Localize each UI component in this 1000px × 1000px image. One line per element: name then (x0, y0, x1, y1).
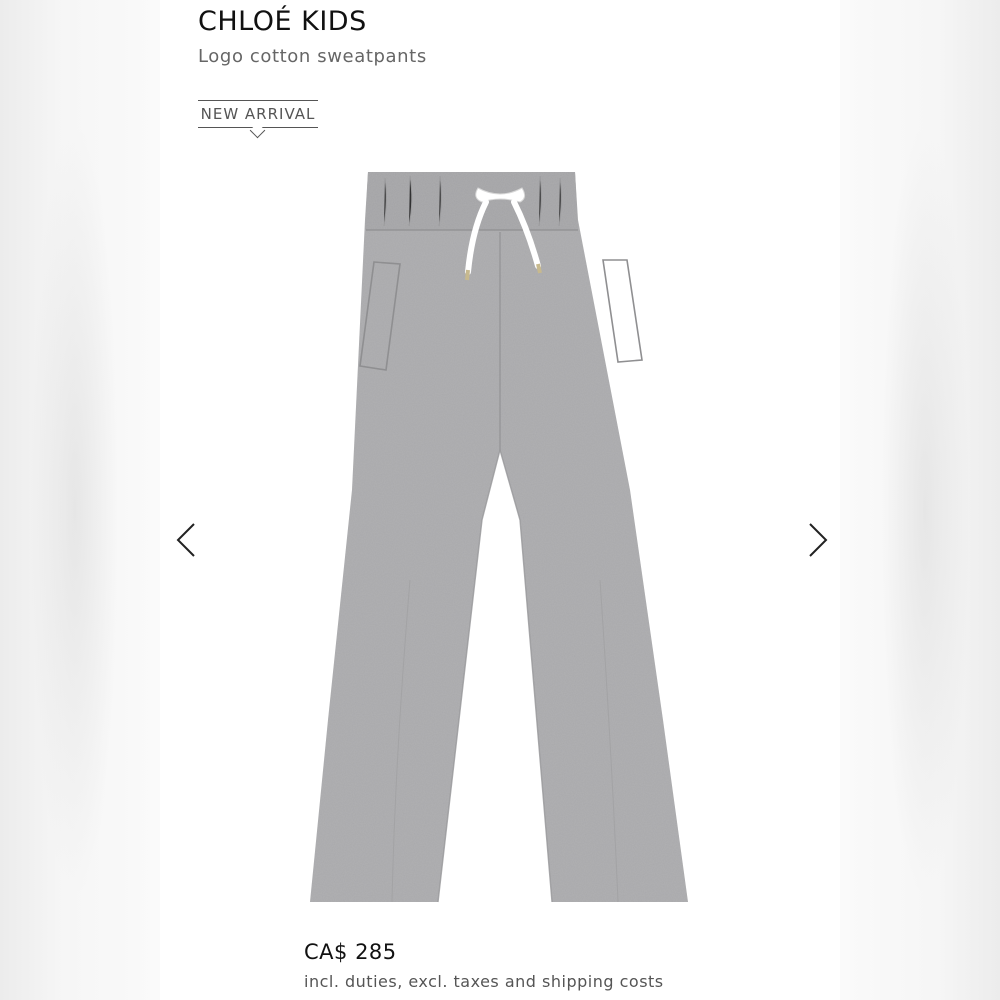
pocket-right (602, 259, 643, 363)
pants-body (310, 172, 688, 902)
blurred-background-left (0, 0, 160, 1000)
product-title: Logo cotton sweatpants (198, 46, 427, 67)
blurred-background-right (840, 0, 1000, 1000)
chevron-left-icon[interactable] (168, 520, 208, 560)
drawstring-tip-left (465, 269, 470, 281)
drawstring-tip-right (536, 263, 542, 274)
chevron-right-icon[interactable] (796, 520, 836, 560)
brand-name[interactable]: CHLOÉ KIDS (198, 6, 367, 37)
screenshot-stage: CHLOÉ KIDS Logo cotton sweatpants NEW AR… (0, 0, 1000, 1000)
price: CA$ 285 (304, 940, 397, 964)
sweatpants-image (310, 172, 688, 903)
waistband (365, 172, 578, 230)
price-note: incl. duties, excl. taxes and shipping c… (304, 972, 664, 991)
product-image[interactable] (160, 160, 840, 920)
product-card: CHLOÉ KIDS Logo cotton sweatpants NEW AR… (160, 0, 840, 1000)
